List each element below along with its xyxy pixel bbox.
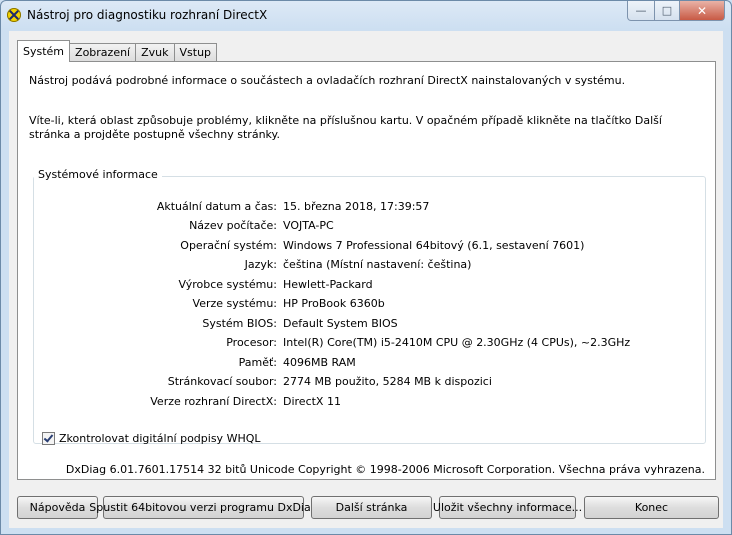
dxdiag-window: Nástroj pro diagnostiku rozhraní DirectX… bbox=[0, 0, 732, 535]
info-value: Hewlett-Packard bbox=[283, 278, 373, 291]
save-all-info-button[interactable]: Uložit všechny informace... bbox=[433, 496, 582, 519]
intro-text: Nástroj podává podrobné informace o souč… bbox=[29, 74, 626, 87]
maximize-button[interactable]: □ bbox=[655, 1, 680, 21]
minimize-icon: — bbox=[635, 4, 647, 17]
info-value: DirectX 11 bbox=[283, 395, 341, 408]
caption-buttons: — □ ✕ bbox=[627, 1, 725, 21]
info-label: Systém BIOS: bbox=[202, 317, 277, 330]
tab-system[interactable]: Systém bbox=[17, 40, 71, 62]
title-bar[interactable]: Nástroj pro diagnostiku rozhraní DirectX… bbox=[1, 1, 731, 29]
tab-sound[interactable]: Zvuk bbox=[135, 43, 175, 62]
info-row-computer-name: Název počítače: VOJTA-PC bbox=[18, 219, 715, 235]
info-row-model: Verze systému: HP ProBook 6360b bbox=[18, 297, 715, 313]
whql-checkbox-label: Zkontrolovat digitální podpisy WHQL bbox=[59, 432, 261, 445]
info-value: 4096MB RAM bbox=[283, 356, 356, 369]
close-button[interactable]: ✕ bbox=[680, 1, 725, 21]
info-value: VOJTA-PC bbox=[283, 219, 334, 232]
info-value: 15. března 2018, 17:39:57 bbox=[283, 200, 430, 213]
client-area: Systém Zobrazení Zvuk Vstup Nástroj podá… bbox=[9, 31, 723, 528]
info-value: čeština (Místní nastavení: čeština) bbox=[283, 258, 472, 271]
tab-input[interactable]: Vstup bbox=[173, 43, 218, 62]
info-label: Verze rozhraní DirectX: bbox=[150, 395, 277, 408]
info-row-processor: Procesor: Intel(R) Core(TM) i5-2410M CPU… bbox=[18, 336, 715, 352]
info-row-directx-version: Verze rozhraní DirectX: DirectX 11 bbox=[18, 395, 715, 411]
next-page-button[interactable]: Další stránka bbox=[311, 496, 432, 519]
info-row-bios: Systém BIOS: Default System BIOS bbox=[18, 317, 715, 333]
run-64bit-button[interactable]: Spustit 64bitovou verzi programu DxDiag bbox=[89, 496, 318, 519]
info-label: Operační systém: bbox=[180, 239, 277, 252]
info-label: Procesor: bbox=[226, 336, 277, 349]
system-info-title: Systémové informace bbox=[34, 168, 162, 181]
info-row-manufacturer: Výrobce systému: Hewlett-Packard bbox=[18, 278, 715, 294]
info-label: Výrobce systému: bbox=[178, 278, 278, 291]
info-label: Název počítače: bbox=[189, 219, 277, 232]
system-tab-panel: Nástroj podává podrobné informace o souč… bbox=[17, 61, 716, 480]
info-value: HP ProBook 6360b bbox=[283, 297, 385, 310]
info-value: 2774 MB použito, 5284 MB k dispozici bbox=[283, 375, 492, 388]
info-row-datetime: Aktuální datum a čas: 15. března 2018, 1… bbox=[18, 200, 715, 216]
info-row-memory: Paměť: 4096MB RAM bbox=[18, 356, 715, 372]
tab-display[interactable]: Zobrazení bbox=[69, 43, 137, 62]
tab-strip: Systém Zobrazení Zvuk Vstup bbox=[17, 40, 218, 62]
info-row-os: Operační systém: Windows 7 Professional … bbox=[18, 239, 715, 255]
info-label: Aktuální datum a čas: bbox=[156, 200, 277, 213]
info-label: Paměť: bbox=[238, 356, 277, 369]
info-label: Jazyk: bbox=[244, 258, 277, 271]
window-title: Nástroj pro diagnostiku rozhraní DirectX bbox=[27, 8, 268, 22]
info-label: Verze systému: bbox=[192, 297, 277, 310]
info-label: Stránkovací soubor: bbox=[167, 375, 277, 388]
info-value: Intel(R) Core(TM) i5-2410M CPU @ 2.30GHz… bbox=[283, 336, 631, 349]
maximize-icon: □ bbox=[661, 4, 673, 17]
exit-button[interactable]: Konec bbox=[584, 496, 719, 519]
help-button[interactable]: Nápověda bbox=[17, 496, 98, 519]
info-row-page-file: Stránkovací soubor: 2774 MB použito, 528… bbox=[18, 375, 715, 391]
directx-icon bbox=[7, 8, 21, 22]
copyright-footer: DxDiag 6.01.7601.17514 32 bitů Unicode C… bbox=[65, 463, 705, 476]
checkbox-checked-icon[interactable] bbox=[42, 432, 55, 445]
minimize-button[interactable]: — bbox=[627, 1, 655, 21]
instructions-text: Víte-li, která oblast způsobuje problémy… bbox=[29, 114, 662, 141]
info-row-language: Jazyk: čeština (Místní nastavení: češtin… bbox=[18, 258, 715, 274]
whql-checkbox[interactable]: Zkontrolovat digitální podpisy WHQL bbox=[42, 432, 261, 445]
info-value: Windows 7 Professional 64bitový (6.1, se… bbox=[283, 239, 585, 252]
info-value: Default System BIOS bbox=[283, 317, 398, 330]
close-icon: ✕ bbox=[696, 3, 708, 18]
